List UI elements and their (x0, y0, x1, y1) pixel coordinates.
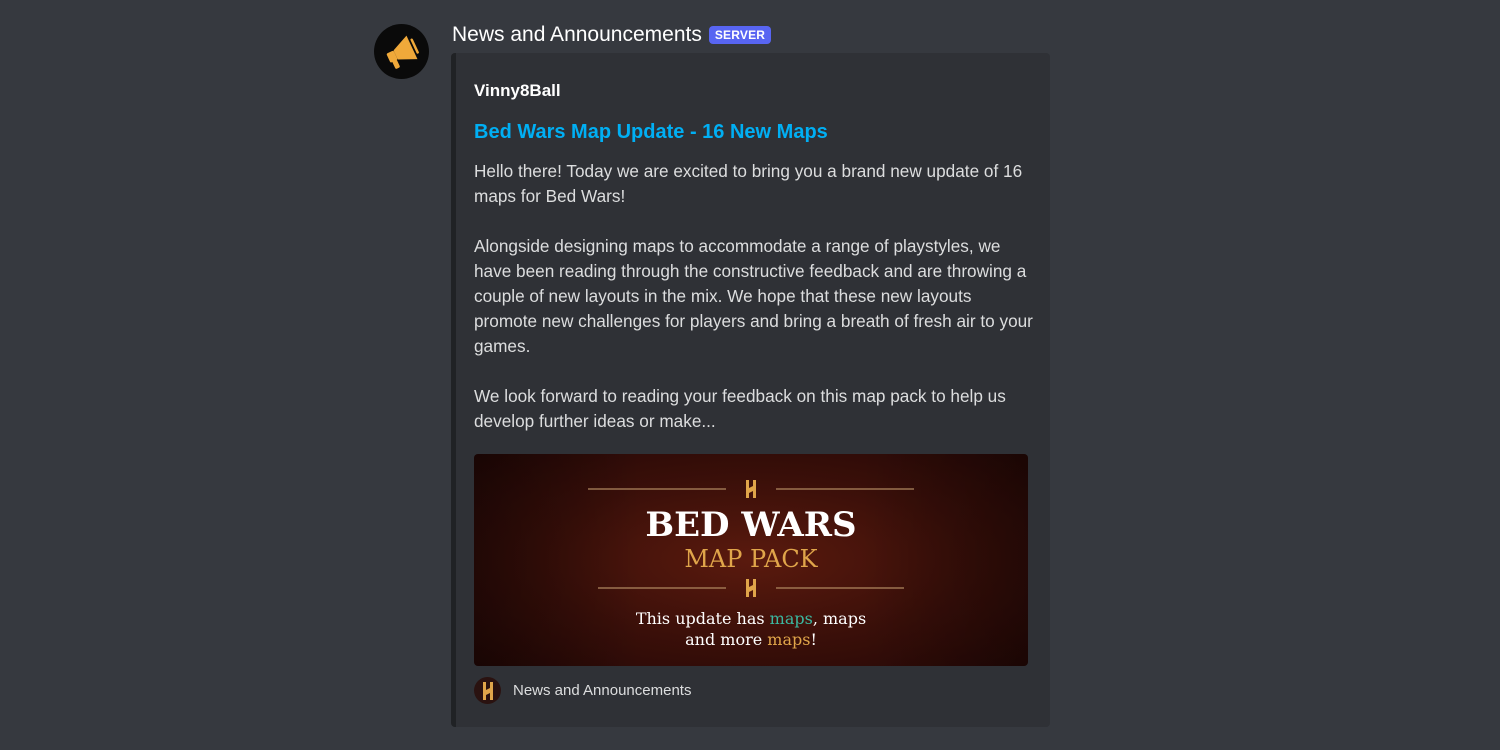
server-badge: SERVER (708, 26, 772, 44)
embed-footer: News and Announcements (474, 677, 691, 704)
message-header: News and Announcements SERVER (452, 21, 772, 49)
megaphone-icon (386, 35, 419, 69)
embed-description-paragraph: Alongside designing maps to accommodate … (474, 236, 1033, 356)
banner-subtitle: MAP PACK (684, 545, 818, 573)
embed-card: Vinny8Ball Bed Wars Map Update - 16 New … (451, 53, 1050, 727)
embed-author: Vinny8Ball (474, 81, 561, 100)
map-pack-banner: BED WARS MAP PACK This update has maps, … (474, 454, 1028, 666)
embed-title-link[interactable]: Bed Wars Map Update - 16 New Maps (474, 121, 828, 144)
banner-line-1: This update has maps, maps (636, 609, 866, 628)
banner-line-2: and more maps! (685, 630, 817, 649)
embed-description-paragraph: Hello there! Today we are excited to bri… (474, 161, 1023, 206)
avatar[interactable] (374, 24, 429, 79)
banner-title: BED WARS (645, 505, 856, 545)
embed-image[interactable]: BED WARS MAP PACK This update has maps, … (474, 454, 1028, 666)
hypixel-logo-icon (474, 677, 501, 704)
embed-description: Hello there! Today we are excited to bri… (474, 159, 1034, 459)
embed-footer-text: News and Announcements (513, 682, 692, 699)
embed-description-paragraph: We look forward to reading your feedback… (474, 386, 1006, 431)
message-author[interactable]: News and Announcements (452, 23, 702, 47)
